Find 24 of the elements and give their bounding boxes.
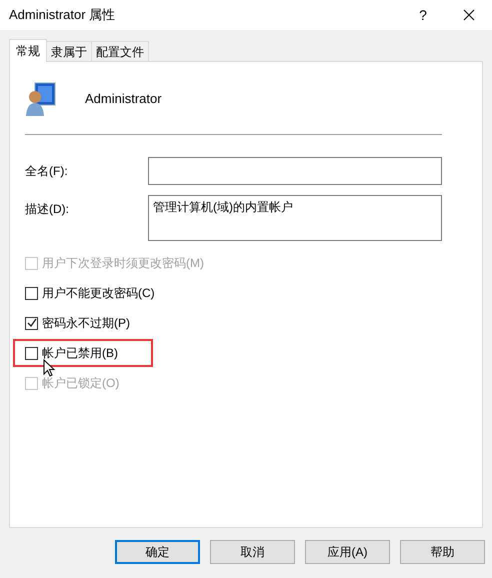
user-computer-icon <box>25 81 57 117</box>
field-label: 全名(F): <box>25 163 69 180</box>
mouse-cursor-icon <box>43 359 55 377</box>
tab[interactable]: 隶属于 <box>46 41 92 61</box>
tab[interactable]: 常规 <box>9 39 47 62</box>
checkmark-icon <box>26 318 36 328</box>
dialog-button[interactable]: 取消 <box>210 540 295 564</box>
window-title: Administrator 属性 <box>9 6 116 24</box>
checkbox-label[interactable]: 帐户已禁用(B) <box>42 344 118 362</box>
checkbox[interactable] <box>25 346 38 360</box>
checkbox-label[interactable]: 用户不能更改密码(C) <box>42 284 155 302</box>
dialog-button[interactable]: 确定 <box>115 540 200 564</box>
tab[interactable]: 配置文件 <box>91 41 149 61</box>
help-button[interactable]: ? <box>400 0 446 30</box>
dialog-button[interactable]: 帮助 <box>400 540 485 564</box>
description-field[interactable]: 管理计算机(域)的内置帐户 <box>148 195 442 241</box>
full-name-field[interactable] <box>148 157 442 185</box>
user-name: Administrator <box>85 90 162 108</box>
checkbox[interactable] <box>25 286 38 300</box>
checkbox-label[interactable]: 密码永不过期(P) <box>42 314 130 332</box>
close-icon <box>463 9 475 21</box>
field-label: 描述(D): <box>25 201 70 218</box>
checkbox[interactable] <box>25 316 38 330</box>
dialog-button[interactable]: 应用(A) <box>305 540 390 564</box>
